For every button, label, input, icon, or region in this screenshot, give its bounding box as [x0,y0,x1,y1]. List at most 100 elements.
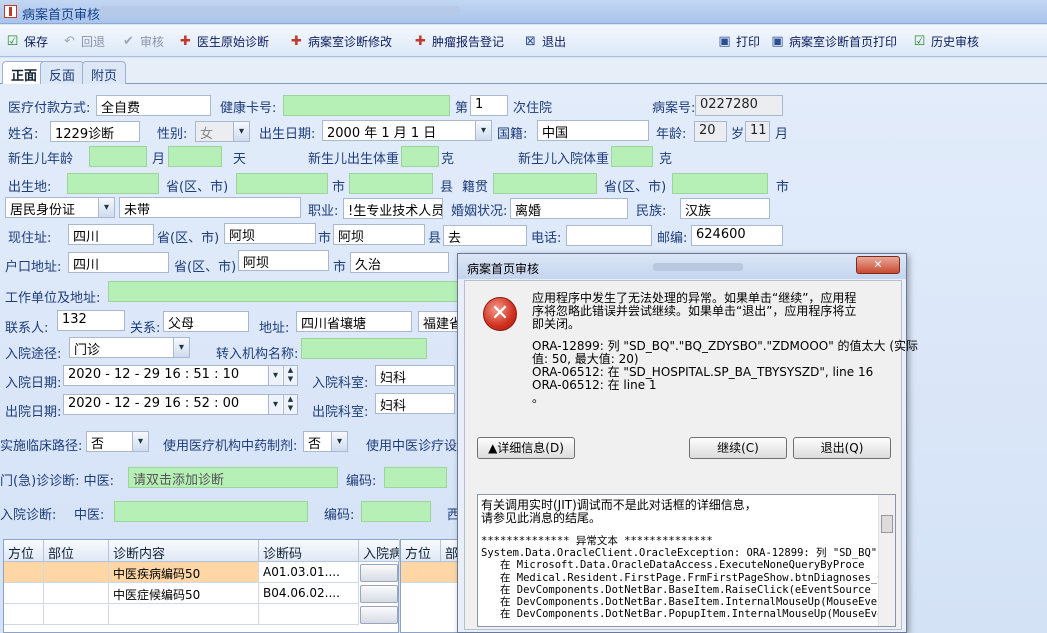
print-button[interactable]: ▣ 打印 [717,32,760,50]
save-button[interactable]: ☑ 保存 [5,32,48,50]
birthplace-province-field[interactable] [67,173,159,194]
table-cell[interactable] [44,604,109,625]
er-diagnosis-field[interactable]: 请双击添加诊断 [128,467,338,488]
admit-date-spinner[interactable]: ▲ ▼ [283,366,297,385]
admit-weight-field[interactable] [611,146,653,167]
tcm-preparation-select[interactable]: 否 [303,431,348,452]
table-cell[interactable] [4,583,44,604]
name-field[interactable]: 1229诊断 [50,121,140,142]
tab-appendix[interactable]: 附页 [82,61,127,84]
registered-county-field[interactable]: 久治 [350,252,449,273]
exception-details-box[interactable]: 有关调用实时(JIT)调试而不是此对话框的详细信息， 请参见此消息的结尾。 **… [477,494,896,627]
dob-picker[interactable]: 2000 年 1 月 1 日 [322,120,492,141]
table-cell[interactable]: 中医疾病编码50 [109,562,259,583]
gender-select[interactable]: 女 [195,121,250,142]
details-scrollbar[interactable] [878,495,895,626]
col-header-position[interactable]: 方位 [4,540,44,562]
newborn-age-month-field[interactable] [89,146,147,167]
continue-button[interactable]: 继续(C) [689,437,787,459]
history-review-button[interactable]: ☑ 历史审核 [912,32,979,50]
col-header-admit[interactable]: 入院病 [359,540,400,562]
native-city-field[interactable] [672,173,768,194]
table-cell[interactable] [401,562,461,583]
native-province-field[interactable] [493,173,597,194]
row-action-button[interactable] [360,585,398,603]
phone-label: 电话: [531,231,562,246]
table-cell[interactable]: B04.06.02.... [259,583,359,604]
rollback-button[interactable]: ↶ 回退 [62,32,105,50]
table-cell[interactable]: A01.03.01.... [259,562,359,583]
current-county-unit: 县 [428,231,442,246]
work-unit-field[interactable] [108,281,458,302]
admit-tcm-field[interactable] [114,501,308,522]
room-print-button[interactable]: ▣ 病案室诊断首页打印 [770,32,897,50]
relation-field[interactable]: 父母 [163,311,249,332]
tumor-report-button[interactable]: ✚ 肿瘤报告登记 [413,32,504,50]
job-field[interactable]: !生专业技术人员 [343,198,443,219]
age-month-field[interactable]: 11 [745,121,770,142]
marital-field[interactable]: 离婚 [510,198,628,219]
contact-address-field[interactable]: 四川省壤塘 [296,311,412,332]
quit-button[interactable]: 退出(Q) [793,437,891,459]
col-header-site[interactable]: 部位 [44,540,109,562]
id-number-field[interactable]: 未带 [119,197,301,218]
table-cell[interactable] [4,604,44,625]
registered-province-field[interactable]: 四川 [68,252,169,273]
col-header-position-2[interactable]: 方位 [401,540,441,562]
nationality-field[interactable]: 中国 [537,120,649,141]
room-diagnosis-edit-button[interactable]: ✚ 病案室诊断修改 [289,32,392,50]
discharge-date-picker[interactable]: 2020 - 12 - 29 16 : 52 : 00 ▾ ▲ ▼ [63,394,298,415]
id-type-select[interactable]: 居民身份证 [5,197,115,218]
newborn-age-day-field[interactable] [168,146,222,167]
review-button[interactable]: ✔ 审核 [121,32,164,50]
table-cell[interactable] [4,562,44,583]
admit-dept-field[interactable]: 妇科 [375,365,455,386]
birthplace-county-field[interactable] [349,173,433,194]
ethnic-field[interactable]: 汉族 [680,198,770,219]
contact-address-field-2[interactable]: 福建省 [418,311,458,332]
row-action-button[interactable] [360,606,398,624]
transfer-org-field[interactable] [301,338,427,359]
current-county-field[interactable]: 阿坝 [333,224,425,245]
zip-field[interactable]: 624600 [691,225,783,246]
contact-field[interactable]: 132 [57,310,125,331]
tab-back[interactable]: 反面 [40,61,85,84]
details-intro: 有关调用实时(JIT)调试而不是此对话框的详细信息， 请参见此消息的结尾。 [481,498,757,525]
col-header-content[interactable]: 诊断内容 [109,540,259,562]
phone-field[interactable] [566,225,652,246]
table-cell[interactable]: 中医症候编码50 [109,583,259,604]
case-no-field[interactable]: 0227280 [695,95,783,116]
discharge-date-dropdown-icon[interactable]: ▾ [268,395,282,414]
admit-date-picker[interactable]: 2020 - 12 - 29 16 : 51 : 10 ▾ ▲ ▼ [63,365,298,386]
discharge-dept-field[interactable]: 妇科 [375,393,455,414]
pay-method-field[interactable]: 全自费 [96,95,211,116]
table-cell[interactable] [44,583,109,604]
doctor-diagnosis-button[interactable]: ✚ 医生原始诊断 [178,32,269,50]
er-code-field[interactable] [384,467,447,488]
current-province-field[interactable]: 四川 [68,224,154,245]
health-card-field[interactable] [283,95,450,116]
birthplace-city-field[interactable] [236,173,328,194]
admit-date-label: 入院日期: [5,376,62,391]
birth-weight-field[interactable] [401,146,439,167]
admit-code-field[interactable] [361,501,431,522]
exit-button[interactable]: ⊠ 退出 [523,32,566,50]
current-detail-field[interactable]: 去 [443,225,527,246]
row-action-button[interactable] [360,564,398,582]
details-button[interactable]: ▲详细信息(D) [477,437,575,459]
table-cell[interactable] [44,562,109,583]
discharge-date-spinner[interactable]: ▲ ▼ [283,395,297,414]
current-city-field[interactable]: 阿坝 [224,223,316,244]
age-field[interactable]: 20 [694,121,727,142]
clinical-pathway-select[interactable]: 否 [86,431,149,452]
table-cell[interactable] [109,604,259,625]
dialog-close-button[interactable]: ✕ [856,256,900,274]
registered-city-field[interactable]: 阿坝 [238,250,329,271]
visit-count-field[interactable]: 1 [470,95,508,116]
table-cell[interactable] [259,604,359,625]
diagnosis-table: 方位 部位 诊断内容 诊断码 入院病 中医疾病编码50 A01.03.01...… [3,539,400,633]
col-header-code[interactable]: 诊断码 [259,540,359,562]
admission-route-select[interactable]: 门诊 [69,337,190,358]
scrollbar-thumb[interactable] [881,515,893,533]
admit-date-dropdown-icon[interactable]: ▾ [268,366,282,385]
